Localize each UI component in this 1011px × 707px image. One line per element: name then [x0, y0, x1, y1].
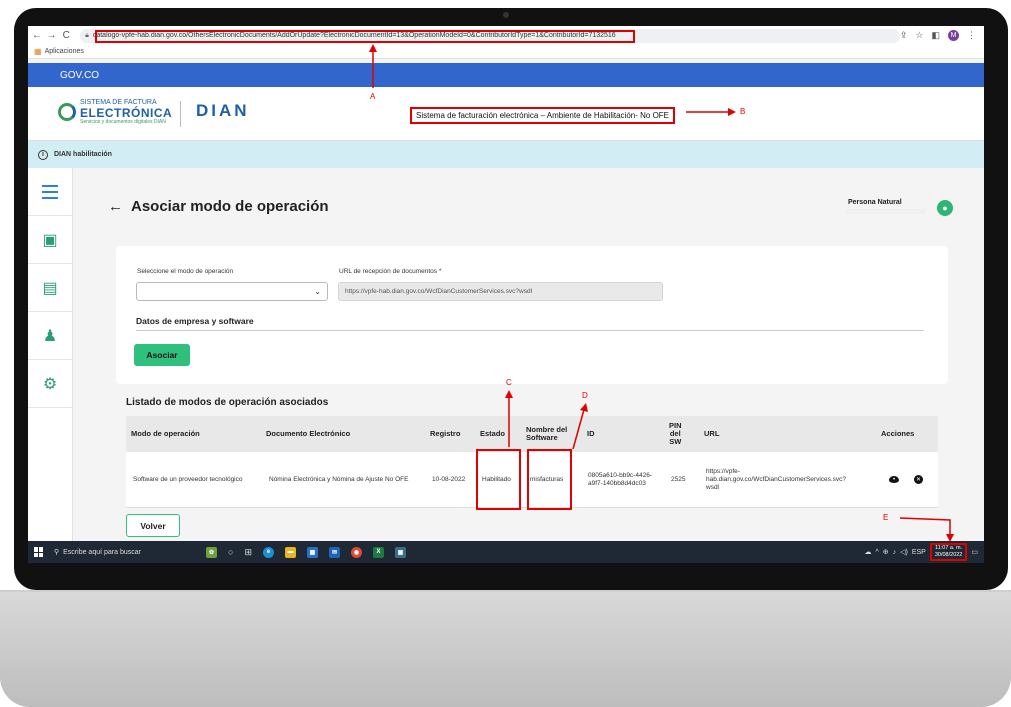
monitor-frame: ← → C 🔒︎ catalogo-vpfe-hab.dian.gov.co/O… — [0, 0, 1011, 707]
annotation-d-label: D — [582, 391, 588, 400]
annotation-e-label: E — [883, 513, 889, 522]
annotation-c-label: C — [506, 378, 512, 387]
annotation-arrows — [369, 44, 954, 542]
annotation-a-label: A — [370, 92, 376, 101]
annotation-b-label: B — [740, 107, 746, 116]
